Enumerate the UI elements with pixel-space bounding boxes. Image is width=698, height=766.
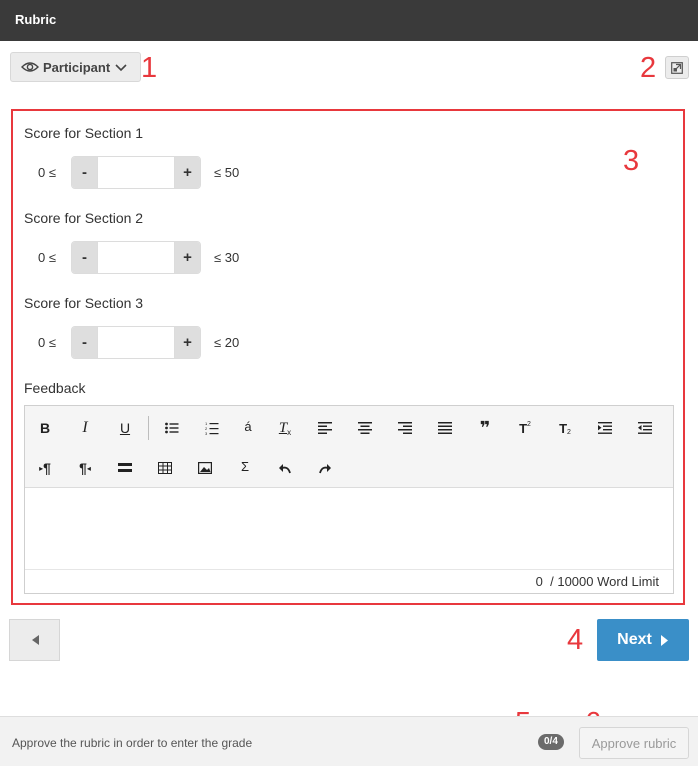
undo-icon[interactable] <box>271 454 299 482</box>
underline-icon[interactable]: U <box>111 414 139 442</box>
section-2-decrement-button[interactable]: - <box>72 242 97 273</box>
special-character-icon[interactable]: á <box>234 412 262 440</box>
bold-icon[interactable]: B <box>31 414 59 442</box>
section-2-increment-button[interactable]: + <box>175 242 200 273</box>
section-3-increment-button[interactable]: + <box>175 327 200 358</box>
bulleted-list-icon[interactable] <box>158 414 186 442</box>
footer-bar: Approve the rubric in order to enter the… <box>0 716 698 766</box>
redo-icon[interactable] <box>311 454 339 482</box>
indent-icon[interactable] <box>591 414 619 442</box>
section-3-stepper: - + <box>71 326 201 359</box>
section-3-max: ≤ 20 <box>214 335 240 350</box>
annotation-2: 2 <box>640 52 657 84</box>
word-count-bar: 0 / 10000 Word Limit <box>25 569 673 593</box>
progress-badge: 0/4 <box>538 734 564 750</box>
annotation-1: 1 <box>141 52 158 84</box>
table-icon[interactable] <box>151 454 179 482</box>
blockquote-icon[interactable]: ❞ <box>471 414 499 442</box>
svg-text:3: 3 <box>205 431 208 435</box>
section-2-score-input[interactable] <box>97 242 175 273</box>
chevron-down-icon <box>115 64 127 72</box>
feedback-editor: B I U 123 á Tx ❞ T2 T2 ▸ ¶ ¶ ◂ Σ 0 / 100… <box>24 405 674 594</box>
expand-button[interactable] <box>665 56 689 79</box>
section-1-score-input[interactable] <box>97 157 175 188</box>
align-center-icon[interactable] <box>351 414 379 442</box>
next-button[interactable]: Next <box>597 619 689 661</box>
align-left-icon[interactable] <box>311 414 339 442</box>
next-arrow-icon <box>660 634 668 646</box>
expand-icon <box>671 61 683 74</box>
word-count: 0 <box>535 574 543 589</box>
word-limit-indicator: 0 / 10000 Word Limit <box>536 574 659 589</box>
superscript-icon[interactable]: T2 <box>511 414 539 442</box>
eye-icon <box>21 62 39 72</box>
outdent-icon[interactable] <box>631 414 659 442</box>
participant-dropdown[interactable]: Participant <box>10 52 141 82</box>
section-2-min: 0 ≤ <box>38 250 56 265</box>
section-1-stepper: - + <box>71 156 201 189</box>
editor-toolbar: B I U 123 á Tx ❞ T2 T2 ▸ ¶ ¶ ◂ Σ <box>25 406 673 488</box>
text-direction-ltr-icon[interactable]: ▸ ¶ <box>31 454 59 482</box>
section-1-max: ≤ 50 <box>214 165 240 180</box>
section-3-decrement-button[interactable]: - <box>72 327 97 358</box>
section-3-label: Score for Section 3 <box>24 295 144 311</box>
align-justify-icon[interactable] <box>431 414 459 442</box>
clear-formatting-icon[interactable]: Tx <box>271 414 299 442</box>
text-direction-rtl-icon[interactable]: ¶ ◂ <box>71 454 99 482</box>
approve-rubric-button[interactable]: Approve rubric <box>579 727 689 759</box>
section-2-label: Score for Section 2 <box>24 210 144 226</box>
page-title: Rubric <box>15 12 57 27</box>
horizontal-line-icon[interactable] <box>111 454 139 482</box>
section-2-stepper: - + <box>71 241 201 274</box>
feedback-label: Feedback <box>24 380 86 396</box>
back-arrow-icon <box>31 635 39 645</box>
numbered-list-icon[interactable]: 123 <box>198 414 226 442</box>
section-3-score-input[interactable] <box>97 327 175 358</box>
equation-icon[interactable]: Σ <box>231 452 259 480</box>
title-bar: Rubric <box>0 0 698 41</box>
section-1-label: Score for Section 1 <box>24 125 144 141</box>
approval-message: Approve the rubric in order to enter the… <box>12 736 253 750</box>
section-3-min: 0 ≤ <box>38 335 56 350</box>
italic-icon[interactable]: I <box>71 414 99 442</box>
participant-dropdown-label: Participant <box>43 59 111 75</box>
subscript-icon[interactable]: T2 <box>551 414 579 442</box>
word-limit-text: / 10000 Word Limit <box>550 574 659 589</box>
annotation-4: 4 <box>567 624 584 656</box>
section-1-min: 0 ≤ <box>38 165 56 180</box>
back-button[interactable] <box>9 619 60 661</box>
section-2-max: ≤ 30 <box>214 250 240 265</box>
section-1-increment-button[interactable]: + <box>175 157 200 188</box>
section-1-decrement-button[interactable]: - <box>72 157 97 188</box>
toolbar-divider <box>148 416 149 440</box>
align-right-icon[interactable] <box>391 414 419 442</box>
next-button-label: Next <box>617 631 652 648</box>
feedback-text-area[interactable] <box>25 489 673 569</box>
image-icon[interactable] <box>191 454 219 482</box>
